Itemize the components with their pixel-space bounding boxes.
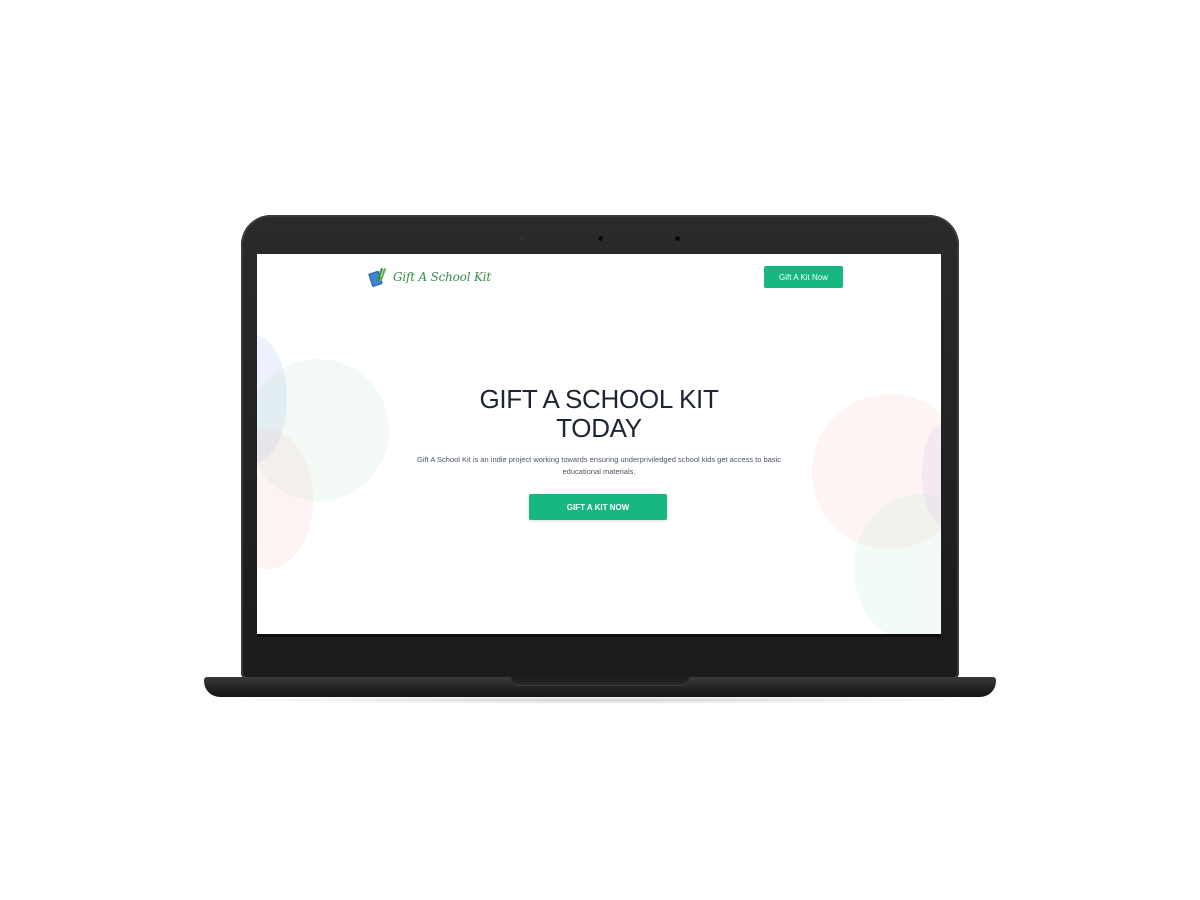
- sensor-dot: [675, 236, 680, 241]
- hero-description: Gift A School Kit is an indie project wo…: [417, 455, 781, 476]
- books-icon: [368, 268, 387, 287]
- site-logo[interactable]: Gift A School Kit: [367, 266, 491, 288]
- logo-text: Gift A School Kit: [393, 270, 491, 284]
- hero-gift-kit-button[interactable]: GIFT A KIT NOW: [529, 494, 667, 520]
- mockup-stage: Gift A School Kit Gift A Kit Now GIFT A …: [0, 0, 1200, 900]
- hero-title-line1: GIFT A SCHOOL KIT: [479, 384, 719, 414]
- hero-title: GIFT A SCHOOL KIT TODAY: [399, 385, 799, 443]
- laptop-shadow: [215, 696, 985, 704]
- sensor-dot: [521, 237, 524, 240]
- webcam-icon: [598, 236, 603, 241]
- nav-gift-kit-button[interactable]: Gift A Kit Now: [764, 266, 843, 288]
- hero-title-line2: TODAY: [556, 413, 642, 443]
- laptop-screen: Gift A School Kit Gift A Kit Now GIFT A …: [257, 254, 941, 634]
- laptop-hinge-notch: [511, 677, 689, 686]
- screen-bezel-bottom: [257, 634, 941, 637]
